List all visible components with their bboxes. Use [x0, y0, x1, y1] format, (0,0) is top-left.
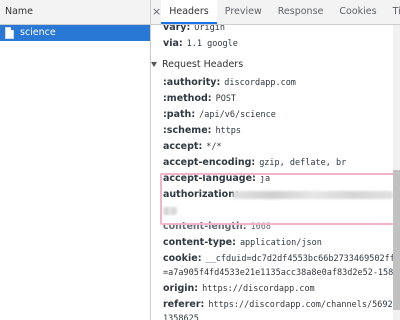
request-name: science	[20, 27, 56, 38]
headers-content: vary: Origin via: 1.1 google Request Heade…	[151, 25, 400, 320]
network-request-list: Name science	[0, 0, 151, 320]
header-row: accept-encoding: gzip, deflate, br	[163, 157, 346, 168]
header-value: application/json	[239, 238, 322, 248]
header-name: :scheme:	[163, 125, 212, 136]
headers-panel: × Headers Preview Response Cookies Timin…	[151, 0, 400, 320]
header-value: discordapp.com	[224, 78, 296, 88]
header-row: content-type: application/json	[163, 237, 322, 248]
redacted-token-line-1	[233, 191, 393, 199]
document-icon	[5, 27, 14, 39]
header-name: accept-language:	[163, 173, 256, 184]
request-row-science[interactable]: science	[0, 25, 150, 41]
header-name: :method:	[163, 93, 212, 104]
header-row: via: 1.1 google	[163, 38, 238, 49]
tab-headers[interactable]: Headers	[161, 0, 217, 24]
header-name: :authority:	[163, 77, 221, 88]
header-name: origin:	[163, 283, 199, 294]
header-row: :authority: discordapp.com	[163, 77, 296, 88]
header-row: vary: Origin	[163, 25, 225, 33]
close-icon[interactable]: ×	[152, 0, 161, 24]
header-row: cookie: __cfduid=dc7d2df4553bc66b27334695…	[163, 253, 400, 264]
header-value: POST	[215, 94, 237, 104]
header-row-continuation: 1358625	[163, 313, 199, 320]
section-title: Request Headers	[162, 59, 244, 70]
tab-preview[interactable]: Preview	[217, 0, 270, 24]
header-row: accept: */*	[163, 141, 222, 152]
tab-timing[interactable]: Timing	[385, 0, 400, 24]
detail-tab-bar: × Headers Preview Response Cookies Timin…	[151, 0, 400, 25]
header-name: content-type:	[163, 237, 236, 248]
header-value: ja	[259, 174, 271, 184]
header-name: referer:	[163, 299, 205, 310]
vertical-scrollbar[interactable]	[393, 25, 400, 320]
header-value: gzip, deflate, br	[259, 158, 347, 168]
header-value: __cfduid=dc7d2df4553bc66b2733469502ff147	[205, 254, 400, 264]
header-value: 1358625	[163, 314, 199, 320]
header-name: authorization:	[163, 189, 239, 200]
redacted-token-line-2	[163, 207, 177, 215]
scrollbar-thumb[interactable]	[393, 170, 400, 310]
header-value: 1668	[250, 222, 272, 232]
header-name: accept:	[163, 141, 203, 152]
header-name: content-length:	[163, 221, 247, 232]
header-row: accept-language: ja	[163, 173, 270, 184]
section-toggle	[151, 59, 162, 70]
header-value: 1.1 google	[186, 39, 238, 49]
header-row: :method: POST	[163, 93, 236, 104]
header-value: =a7a905f4fd4533e21e1135acc38a8e0af83d2e5…	[163, 268, 400, 278]
tab-cookies[interactable]: Cookies	[331, 0, 384, 24]
header-value: */*	[206, 142, 222, 152]
header-name: vary:	[163, 25, 191, 33]
header-name: :path:	[163, 109, 196, 120]
header-value: https	[215, 126, 242, 136]
header-row: :scheme: https	[163, 125, 241, 136]
name-header-label: Name	[5, 6, 34, 17]
request-headers-section-toggle[interactable]: Request Headers	[151, 58, 243, 72]
header-row-continuation: =a7a905f4fd4533e21e1135acc38a8e0af83d2e5…	[163, 267, 400, 278]
triangle-down-icon	[151, 61, 157, 67]
header-value: Origin	[194, 25, 225, 33]
header-value: https://discordapp.com	[202, 284, 315, 294]
header-row: referer: https://discordapp.com/channels/…	[163, 299, 400, 310]
tab-response[interactable]: Response	[270, 0, 332, 24]
header-value: https://discordapp.com/channels/56926770	[208, 300, 400, 310]
header-name: cookie:	[163, 253, 202, 264]
header-row: authorization:	[163, 189, 243, 200]
header-value: /api/v6/science	[199, 110, 276, 120]
header-row: :path:/api/v6/science	[163, 109, 276, 120]
header-row: origin: https://discordapp.com	[163, 283, 315, 294]
header-row: content-length: 1668	[163, 221, 271, 232]
header-name: accept-encoding:	[163, 157, 256, 168]
name-column-header[interactable]: Name	[0, 0, 150, 25]
header-name: via:	[163, 38, 183, 49]
